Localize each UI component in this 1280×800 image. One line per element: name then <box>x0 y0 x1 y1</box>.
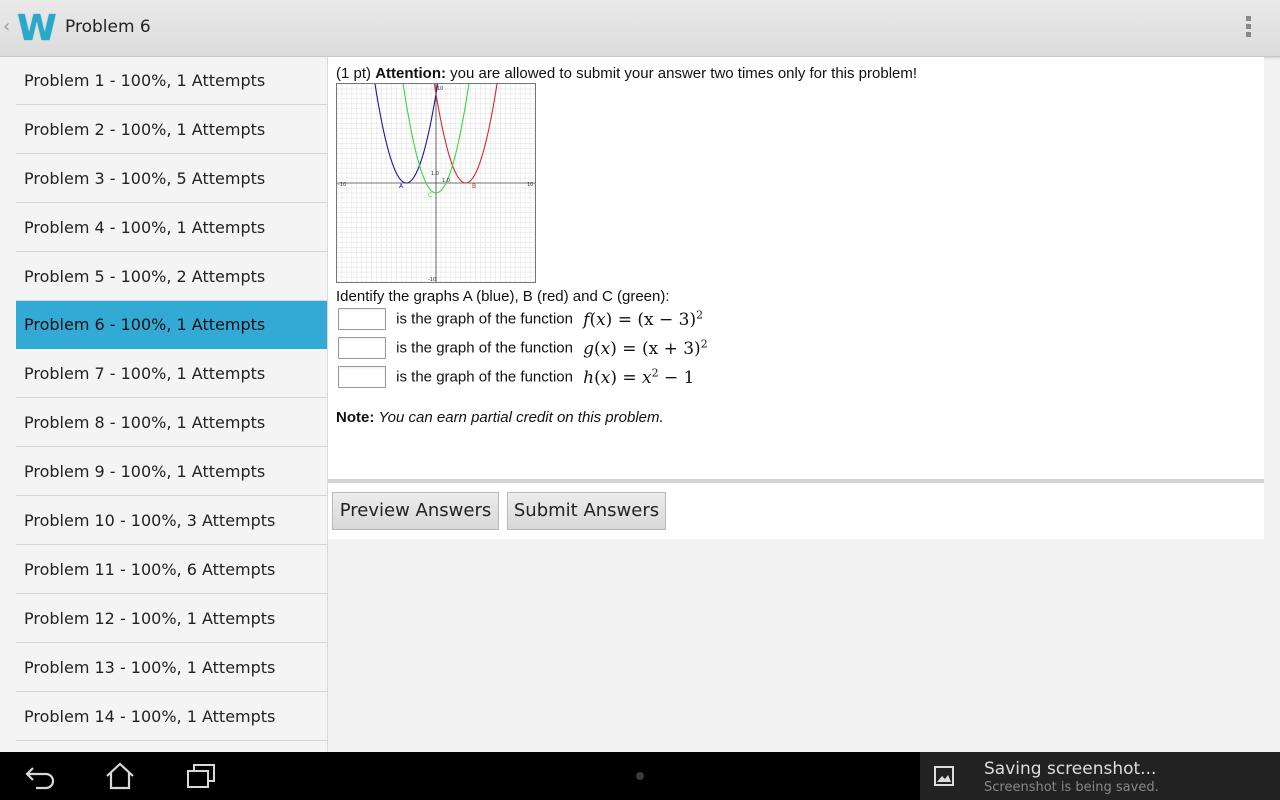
formula-g: g(x) = (x + 3)2 <box>583 337 708 359</box>
problem-content: (1 pt) Attention: you are allowed to sub… <box>328 57 1264 481</box>
note-text: You can earn partial credit on this prob… <box>378 409 664 426</box>
axis-label-ymin: -10 <box>428 277 436 283</box>
point-label-b: B <box>472 183 476 190</box>
list-item-problem-9[interactable]: Problem 9 - 100%, 1 Attempts <box>16 448 327 496</box>
app-logo-icon[interactable]: W <box>17 11 59 47</box>
list-item-problem-4[interactable]: Problem 4 - 100%, 1 Attempts <box>16 204 327 252</box>
answer-label: is the graph of the function <box>396 368 573 386</box>
preview-answers-button[interactable]: Preview Answers <box>332 492 499 530</box>
list-item-problem-3[interactable]: Problem 3 - 100%, 5 Attempts <box>16 155 327 203</box>
screenshot-notification[interactable]: Saving screenshot... Screenshot is being… <box>920 752 1280 800</box>
answer-label: is the graph of the function <box>396 339 573 357</box>
axis-label-xmax: 10 <box>527 182 533 188</box>
list-item-problem-1[interactable]: Problem 1 - 100%, 1 Attempts <box>16 57 327 105</box>
up-caret-icon[interactable]: ‹ <box>3 16 10 37</box>
action-bar: ‹ W Problem 6 <box>0 0 1280 57</box>
formula-f: f(x) = (x − 3)2 <box>583 308 704 330</box>
answer-row-f: is the graph of the function f(x) = (x −… <box>338 308 703 332</box>
answer-row-h: is the graph of the function h(x) = x2 −… <box>338 366 694 390</box>
home-icon[interactable] <box>104 762 136 790</box>
list-item-problem-2[interactable]: Problem 2 - 100%, 1 Attempts <box>16 106 327 154</box>
answer-input-g[interactable] <box>338 337 386 359</box>
image-icon <box>934 766 954 786</box>
system-nav-bar: Saving screenshot... Screenshot is being… <box>0 752 1280 800</box>
overflow-menu-icon[interactable] <box>1240 14 1256 42</box>
list-item-problem-12[interactable]: Problem 12 - 100%, 1 Attempts <box>16 595 327 643</box>
home-indicator-dot <box>636 772 644 780</box>
partial-credit-note: Note: You can earn partial credit on thi… <box>336 409 664 426</box>
points-label: (1 pt) <box>336 65 372 82</box>
axis-label-ymax: 10 <box>437 86 443 92</box>
back-icon[interactable] <box>24 762 56 790</box>
notification-subtitle: Screenshot is being saved. <box>984 780 1159 795</box>
problem-header: (1 pt) Attention: you are allowed to sub… <box>336 65 917 82</box>
answer-button-bar: Preview Answers Submit Answers <box>328 483 1264 539</box>
axis-tick-y: 1.0 <box>431 171 439 177</box>
problem-list: Problem 1 - 100%, 1 Attempts Problem 2 -… <box>0 57 328 752</box>
attention-label: Attention: <box>375 65 446 82</box>
identify-instructions: Identify the graphs A (blue), B (red) an… <box>336 288 670 305</box>
point-label-a: A <box>399 183 404 190</box>
axis-label-xmin: -10 <box>338 182 346 188</box>
point-label-c: C <box>428 192 432 199</box>
list-item-problem-5[interactable]: Problem 5 - 100%, 2 Attempts <box>16 253 327 301</box>
list-item-problem-10[interactable]: Problem 10 - 100%, 3 Attempts <box>16 497 327 545</box>
page-title: Problem 6 <box>65 17 151 37</box>
list-item-problem-13[interactable]: Problem 13 - 100%, 1 Attempts <box>16 644 327 692</box>
list-item-problem-7[interactable]: Problem 7 - 100%, 1 Attempts <box>16 350 327 398</box>
list-item-problem-8[interactable]: Problem 8 - 100%, 1 Attempts <box>16 399 327 447</box>
attention-text: you are allowed to submit your answer tw… <box>450 65 918 82</box>
answer-input-h[interactable] <box>338 366 386 388</box>
answer-label: is the graph of the function <box>396 310 573 328</box>
recent-apps-icon[interactable] <box>185 762 217 790</box>
list-item-problem-14[interactable]: Problem 14 - 100%, 1 Attempts <box>16 693 327 741</box>
answer-row-g: is the graph of the function g(x) = (x +… <box>338 337 708 361</box>
axis-tick-x: 1.0 <box>442 178 450 184</box>
list-item-problem-11[interactable]: Problem 11 - 100%, 6 Attempts <box>16 546 327 594</box>
function-graph: -10 10 10 -10 1.0 1.0 A C B <box>336 83 536 283</box>
notification-title: Saving screenshot... <box>984 759 1157 779</box>
answer-input-f[interactable] <box>338 308 386 330</box>
formula-h: h(x) = x2 − 1 <box>583 366 695 388</box>
submit-answers-button[interactable]: Submit Answers <box>507 492 666 530</box>
note-label: Note: <box>336 409 375 426</box>
list-item-problem-6[interactable]: Problem 6 - 100%, 1 Attempts <box>16 301 327 349</box>
